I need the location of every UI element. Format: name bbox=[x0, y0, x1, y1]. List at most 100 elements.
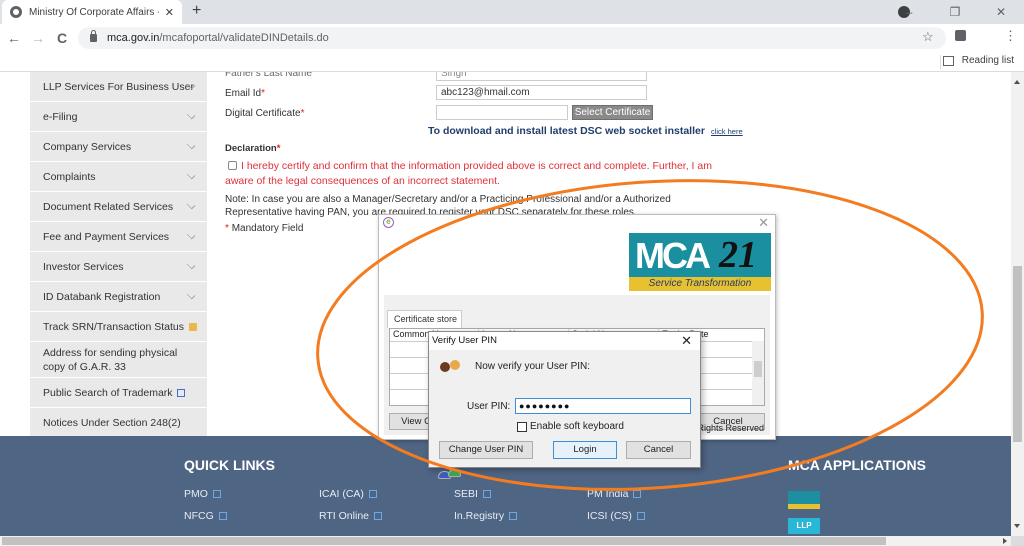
login-button[interactable]: Login bbox=[553, 441, 617, 459]
required-mark: * bbox=[225, 223, 229, 234]
reading-list-label: Reading list bbox=[961, 55, 1014, 66]
llp-app-logo[interactable]: LLP bbox=[788, 518, 820, 534]
pin-dialog-title: Verify User PIN bbox=[432, 335, 497, 346]
link-text: PMO bbox=[184, 488, 208, 500]
reload-button[interactable]: C bbox=[52, 30, 72, 46]
divider bbox=[940, 55, 941, 69]
tab-title: Ministry Of Corporate Affairs - M bbox=[29, 6, 159, 18]
browser-menu-icon[interactable]: ⋮ bbox=[1004, 28, 1017, 44]
mandatory-text: Mandatory Field bbox=[231, 223, 304, 234]
email-label: Email Id* bbox=[225, 88, 265, 99]
reading-list-button[interactable]: Reading list bbox=[942, 55, 1014, 66]
scroll-right-arrow[interactable] bbox=[1003, 538, 1007, 544]
sidebar-item-trademark-search[interactable]: Public Search of Trademark bbox=[30, 378, 207, 408]
dsc-download-text: To download and install latest DSC web s… bbox=[428, 125, 705, 137]
sidebar-item-company-services[interactable]: Company Services bbox=[30, 132, 207, 162]
forward-button[interactable]: → bbox=[28, 30, 48, 46]
restore-button[interactable]: ❐ bbox=[932, 5, 978, 19]
vertical-scrollbar[interactable] bbox=[1011, 72, 1024, 536]
signer-app-icon: e bbox=[383, 217, 394, 228]
soft-keyboard-option[interactable]: Enable soft keyboard bbox=[517, 421, 624, 432]
mca-logo-number: 21 bbox=[719, 234, 757, 276]
url-host: mca.gov.in bbox=[107, 32, 160, 44]
sidebar-item-label: Document Related Services bbox=[43, 200, 174, 213]
footer-link-sebi[interactable]: SEBI bbox=[454, 488, 491, 500]
lock-icon bbox=[90, 30, 97, 42]
chevron-down-icon bbox=[186, 230, 196, 240]
scroll-up-arrow[interactable] bbox=[1014, 80, 1020, 84]
sidebar-item-label: Investor Services bbox=[43, 260, 124, 273]
browser-tab[interactable]: Ministry Of Corporate Affairs - M ✕ bbox=[2, 0, 182, 24]
pin-cancel-button[interactable]: Cancel bbox=[626, 441, 691, 459]
chevron-down-icon bbox=[186, 200, 196, 210]
sidebar-item-fee-payment[interactable]: Fee and Payment Services bbox=[30, 222, 207, 252]
link-text: SEBI bbox=[454, 488, 478, 500]
external-link-icon bbox=[368, 490, 377, 498]
tab-close-icon[interactable]: ✕ bbox=[165, 6, 174, 19]
signer-banner: MCA 21 Service Transformation bbox=[384, 229, 771, 295]
mca21-app-logo[interactable] bbox=[788, 491, 820, 509]
mandatory-field-note: * Mandatory Field bbox=[225, 223, 303, 234]
sidebar-item-e-filing[interactable]: e-Filing bbox=[30, 102, 207, 132]
pin-dialog-titlebar: Verify User PIN ✕ bbox=[429, 332, 700, 350]
users-icon bbox=[438, 360, 462, 479]
mca-logo-tagline: Service Transformation bbox=[629, 277, 771, 291]
footer-link-icai[interactable]: ICAI (CA) bbox=[319, 488, 377, 500]
footer-link-pmo[interactable]: PMO bbox=[184, 488, 221, 500]
address-bar-row: ← → C mca.gov.in/mcafoportal/validateDIN… bbox=[0, 24, 1024, 52]
select-certificate-button[interactable]: Select Certificate bbox=[572, 105, 653, 120]
declaration-checkbox[interactable] bbox=[228, 161, 237, 170]
change-user-pin-button[interactable]: Change User PIN bbox=[439, 441, 533, 459]
footer-link-nfcg[interactable]: NFCG bbox=[184, 510, 227, 522]
back-button[interactable]: ← bbox=[4, 30, 24, 46]
footer-link-rti[interactable]: RTI Online bbox=[319, 510, 382, 522]
tab-certificate-store[interactable]: Certificate store bbox=[387, 310, 462, 328]
hscroll-thumb[interactable] bbox=[2, 537, 886, 545]
external-link-icon bbox=[633, 490, 642, 498]
fathers-last-name-input[interactable]: Singh bbox=[436, 72, 647, 81]
footer-link-pm-india[interactable]: PM India bbox=[587, 488, 642, 500]
external-link-icon bbox=[509, 512, 518, 520]
bookmark-star-icon[interactable]: ☆ bbox=[922, 29, 934, 45]
table-scroll-thumb[interactable] bbox=[754, 361, 762, 377]
external-link-icon bbox=[218, 512, 227, 520]
sidebar-item-complaints[interactable]: Complaints bbox=[30, 162, 207, 192]
required-mark: * bbox=[300, 108, 305, 119]
close-window-button[interactable]: ✕ bbox=[978, 5, 1024, 19]
chevron-down-icon bbox=[186, 110, 196, 120]
quick-links-title: QUICK LINKS bbox=[184, 457, 275, 473]
scroll-down-arrow[interactable] bbox=[1014, 524, 1020, 528]
table-scrollbar[interactable] bbox=[752, 341, 764, 405]
external-link-icon bbox=[176, 388, 185, 397]
user-pin-input[interactable]: ●●●●●●●● bbox=[515, 398, 691, 414]
extensions-puzzle-icon[interactable] bbox=[955, 30, 966, 41]
soft-keyboard-checkbox[interactable] bbox=[517, 421, 527, 432]
email-input[interactable]: abc123@hmail.com bbox=[436, 85, 647, 100]
horizontal-scrollbar[interactable] bbox=[0, 536, 1011, 546]
user-pin-label: User PIN: bbox=[467, 401, 511, 412]
url-path: /mcafoportal/validateDINDetails.do bbox=[159, 32, 329, 44]
new-tab-button[interactable]: + bbox=[192, 2, 201, 20]
sidebar-item-document-services[interactable]: Document Related Services bbox=[30, 192, 207, 222]
scroll-thumb[interactable] bbox=[1013, 266, 1022, 442]
sidebar-item-track-srn[interactable]: Track SRN/Transaction Status bbox=[30, 312, 207, 342]
link-text: In.Registry bbox=[454, 510, 505, 522]
soft-keyboard-label: Enable soft keyboard bbox=[530, 421, 624, 432]
email-label-text: Email Id bbox=[225, 88, 262, 99]
sidebar-item-llp-services[interactable]: LLP Services For Business User bbox=[30, 72, 207, 102]
sidebar-item-notices-248[interactable]: Notices Under Section 248(2) bbox=[30, 408, 207, 438]
bookmarks-bar: Reading list bbox=[0, 52, 1024, 72]
link-text: PM India bbox=[587, 488, 629, 500]
minimize-button[interactable]: – bbox=[886, 5, 932, 19]
sidebar-item-id-databank[interactable]: ID Databank Registration bbox=[30, 282, 207, 312]
footer-link-inregistry[interactable]: In.Registry bbox=[454, 510, 518, 522]
url-input[interactable]: mca.gov.in/mcafoportal/validateDINDetail… bbox=[78, 27, 946, 49]
pin-dialog-close-button[interactable]: ✕ bbox=[681, 332, 692, 350]
footer-link-icsi[interactable]: ICSI (CS) bbox=[587, 510, 645, 522]
click-here-link[interactable]: click here bbox=[711, 127, 743, 136]
sidebar-item-investor-services[interactable]: Investor Services bbox=[30, 252, 207, 282]
sidebar-item-gar33-address[interactable]: Address for sending physical copy of G.A… bbox=[30, 342, 207, 378]
digital-certificate-input[interactable] bbox=[436, 105, 568, 120]
lock-icon bbox=[189, 322, 198, 331]
mca21-logo: MCA 21 Service Transformation bbox=[629, 233, 771, 291]
